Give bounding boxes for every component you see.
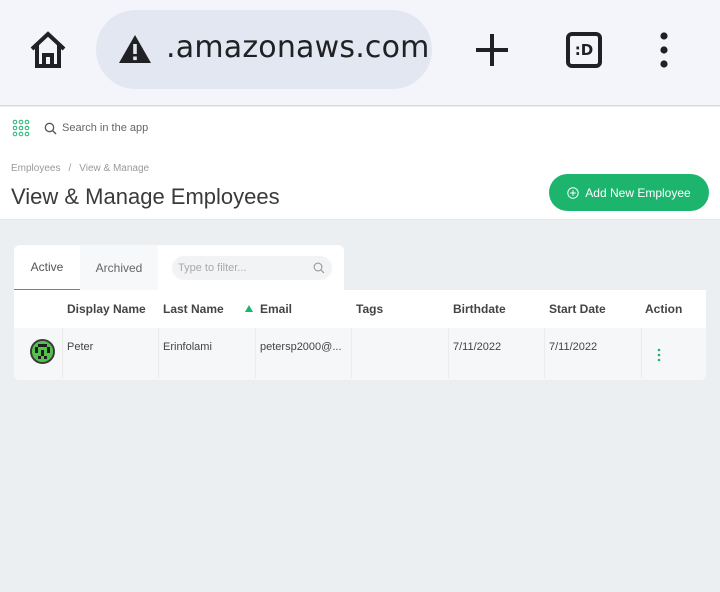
column-header-tags[interactable]: Tags xyxy=(356,302,383,316)
page-header: Employees / View & Manage View & Manage Em… xyxy=(0,157,720,220)
app-top-bar xyxy=(0,107,720,157)
cell-divider xyxy=(255,328,256,378)
tab-active-label: Active xyxy=(30,260,64,274)
cell-divider xyxy=(158,328,159,378)
cell-divider xyxy=(62,328,63,378)
cell-divider xyxy=(544,328,545,378)
breadcrumb: Employees / View & Manage xyxy=(11,163,157,174)
table-row[interactable]: Peter Erinfolami petersp2000@... 7/11/20… xyxy=(14,328,706,380)
filter-input[interactable] xyxy=(178,260,304,276)
add-new-employee-button[interactable]: Add New Employee xyxy=(549,174,709,211)
filter-box xyxy=(172,256,332,280)
page-title: View & Manage Employees xyxy=(11,184,280,209)
column-header-action: Action xyxy=(645,302,683,316)
tab-archived-label: Archived xyxy=(95,261,143,275)
cell-birthdate: 7/11/2022 xyxy=(453,341,502,353)
cell-email: petersp2000@... xyxy=(260,341,342,353)
avatar-image xyxy=(32,341,53,362)
home-icon[interactable] xyxy=(28,30,68,70)
cell-divider xyxy=(351,328,352,378)
cell-last-name: Erinfolami xyxy=(163,341,212,353)
breadcrumb-view-manage: View & Manage xyxy=(79,163,150,174)
apps-grid-icon[interactable] xyxy=(12,119,30,137)
browser-toolbar: .amazonaws.com :D xyxy=(0,0,720,106)
address-bar[interactable]: .amazonaws.com xyxy=(96,10,432,89)
url-text: .amazonaws.com xyxy=(166,30,430,65)
column-header-start-date[interactable]: Start Date xyxy=(549,302,606,316)
search-icon xyxy=(44,122,57,135)
column-header-last-name[interactable]: Last Name xyxy=(163,302,224,316)
add-new-employee-label: Add New Employee xyxy=(585,185,691,200)
column-header-birthdate[interactable]: Birthdate xyxy=(453,302,506,316)
cell-display-name[interactable]: Peter xyxy=(67,341,157,353)
filter-search-icon[interactable] xyxy=(313,262,325,274)
tab-switcher-label: :D xyxy=(574,41,594,59)
more-options-icon[interactable] xyxy=(656,32,672,68)
sort-ascending-icon[interactable] xyxy=(245,305,253,312)
new-tab-icon[interactable] xyxy=(474,32,510,68)
warning-icon[interactable] xyxy=(118,34,152,64)
plus-circle-icon xyxy=(567,186,579,199)
app-search-input[interactable] xyxy=(62,120,462,136)
app-search xyxy=(44,120,474,136)
tab-archived[interactable]: Archived xyxy=(80,245,158,291)
tab-switcher-button[interactable]: :D xyxy=(566,32,602,68)
tab-active[interactable]: Active xyxy=(14,245,80,291)
cell-divider xyxy=(641,328,642,378)
cell-start-date: 7/11/2022 xyxy=(549,341,598,353)
breadcrumb-employees[interactable]: Employees xyxy=(11,163,60,174)
employees-table: Display Name Last Name Email Tags Birthd… xyxy=(14,290,706,380)
column-header-email[interactable]: Email xyxy=(260,302,292,316)
column-header-display-name[interactable]: Display Name xyxy=(67,302,146,316)
cell-divider xyxy=(448,328,449,378)
row-actions-icon[interactable] xyxy=(654,348,664,362)
avatar xyxy=(30,339,55,364)
tabs-filter-bar: Active Archived xyxy=(14,245,344,291)
table-header: Display Name Last Name Email Tags Birthd… xyxy=(14,290,706,328)
breadcrumb-separator: / xyxy=(68,163,72,174)
